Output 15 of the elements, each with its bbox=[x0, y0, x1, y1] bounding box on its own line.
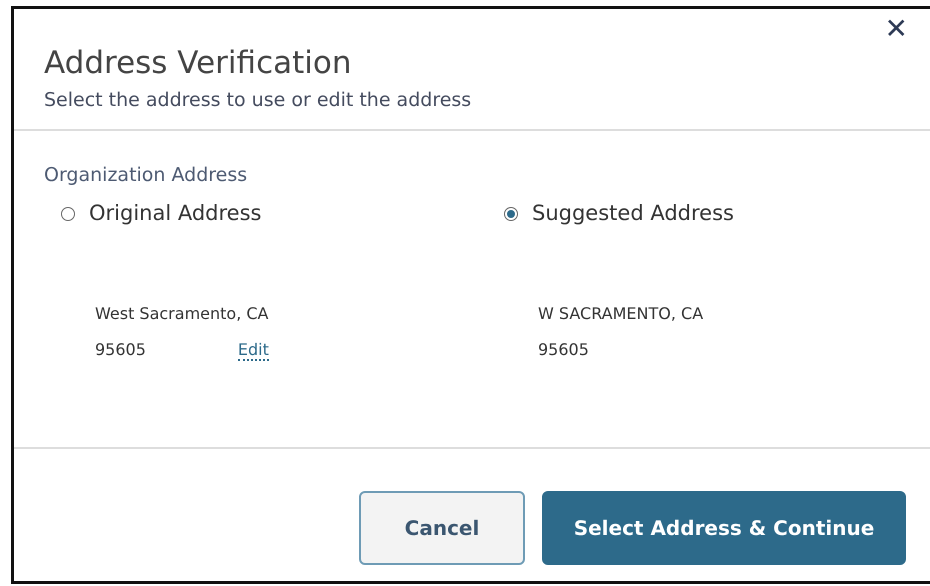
close-button[interactable]: ✕ bbox=[880, 13, 912, 45]
radio-button[interactable] bbox=[61, 206, 75, 221]
option-label[interactable]: Suggested Address bbox=[532, 198, 734, 230]
address-line: 95605 bbox=[538, 340, 589, 359]
cancel-button[interactable]: Cancel bbox=[359, 491, 525, 565]
address-line: West Sacramento, CA bbox=[95, 304, 268, 323]
edit-link[interactable]: Edit bbox=[238, 340, 269, 361]
dialog-subtitle: Select the address to use or edit the address bbox=[44, 88, 472, 114]
section-label: Organization Address bbox=[44, 162, 248, 188]
address-line: W SACRAMENTO, CA bbox=[538, 304, 704, 323]
option-label[interactable]: Original Address bbox=[89, 198, 262, 230]
dialog-title: Address Verification bbox=[44, 45, 352, 82]
address-line: 95605 bbox=[95, 340, 146, 359]
continue-button[interactable]: Select Address & Continue bbox=[542, 491, 906, 565]
radio-button[interactable] bbox=[504, 206, 518, 221]
